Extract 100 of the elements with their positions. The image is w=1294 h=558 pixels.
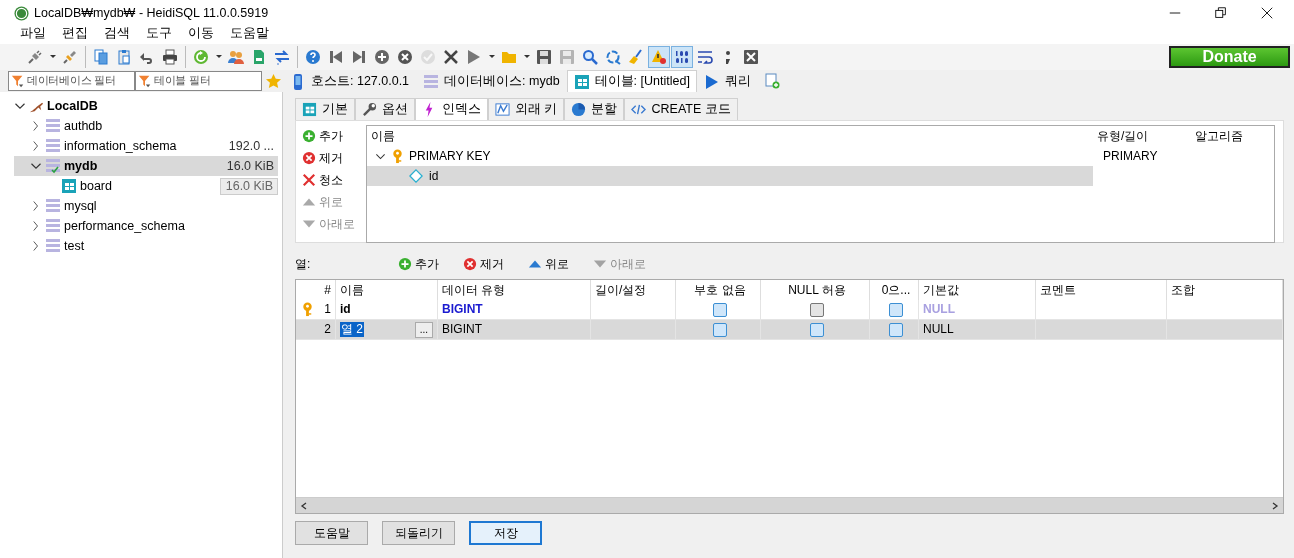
column-header[interactable]: 알고리즘 — [1191, 128, 1274, 144]
tab[interactable]: 데이터베이스: mydb — [416, 70, 567, 92]
filter-field[interactable]: 테이블 필터 — [154, 74, 264, 88]
tree-label: board — [80, 178, 112, 194]
database-icon — [423, 73, 440, 90]
menu-item[interactable]: 파일 — [20, 26, 46, 44]
checkbox[interactable] — [889, 322, 903, 337]
checkbox[interactable] — [889, 302, 903, 317]
toolbar-button[interactable]: 추가 — [300, 125, 366, 147]
column-header[interactable]: 길이/설정 — [595, 282, 647, 298]
window-title: LocalDB₩mydb₩ - HeidiSQL 11.0.0.5919 — [34, 5, 269, 21]
column-header[interactable]: 이름 — [367, 128, 1093, 144]
size-label: 16.0 KiB — [220, 177, 278, 195]
tab[interactable]: 호스트: 127.0.0.1 — [283, 70, 417, 92]
selected-row-highlight[interactable]: mydb 16.0 KiB — [14, 156, 278, 176]
tab[interactable]: 기본 — [295, 98, 355, 120]
column-header[interactable]: 코멘트 — [1040, 282, 1076, 298]
remove-icon — [463, 257, 477, 271]
column-header[interactable]: 유형/길이 — [1093, 128, 1191, 144]
key-icon — [390, 148, 405, 164]
table-icon — [573, 73, 590, 90]
column-header[interactable]: 조합 — [1171, 282, 1195, 298]
new-tab-icon[interactable] — [763, 73, 780, 89]
column-header[interactable]: 부호 없음 — [694, 282, 746, 298]
tree-label: performance_schema — [64, 218, 185, 234]
size-label: 192.0 ... — [227, 138, 275, 154]
row-number: 1 — [324, 302, 331, 317]
toolbar-button[interactable]: 위로 — [522, 256, 575, 272]
scroll-right-icon[interactable] — [1271, 501, 1279, 510]
wrench-icon — [362, 102, 377, 117]
tree-label: mysql — [64, 198, 97, 214]
tree-label: mydb — [64, 158, 98, 174]
menu-item[interactable]: 검색 — [104, 26, 130, 44]
size-label: 16.0 KiB — [225, 158, 275, 174]
tab[interactable]: 테이블: [Untitled] — [566, 70, 697, 92]
toolbar-button[interactable]: 제거 — [457, 256, 510, 272]
dialog-button[interactable]: 도움말 — [295, 521, 368, 545]
menu-item[interactable]: 편집 — [62, 26, 88, 44]
tree-label: information_schema — [64, 138, 177, 154]
diamond-icon — [409, 169, 423, 183]
menu-item[interactable]: 이동 — [188, 26, 214, 44]
horizontal-scrollbar[interactable] — [296, 497, 1283, 513]
table-icon — [61, 178, 77, 194]
toolbar-button[interactable]: 제거 — [300, 147, 366, 169]
close-icon[interactable] — [1260, 6, 1274, 20]
play-icon — [703, 73, 720, 90]
column-header[interactable]: 이름 — [340, 282, 364, 298]
cell-editor[interactable]: 열 2 — [340, 322, 364, 337]
filter-icon[interactable] — [138, 74, 152, 88]
column-header[interactable]: 기본값 — [923, 282, 959, 298]
index-type: PRIMARY — [1103, 148, 1158, 163]
checkbox[interactable] — [810, 322, 824, 337]
filter-field[interactable]: 테이블 필터 — [135, 71, 262, 91]
cell-text: BIGINT — [442, 302, 483, 317]
selected-row-highlight[interactable]: 2 열 2 ... BIGINT NULL — [296, 320, 1283, 340]
column-header[interactable]: 데이터 유형 — [442, 282, 506, 298]
filter-field[interactable]: 데이터베이스 필터 — [27, 74, 137, 88]
tab[interactable]: 옵션 — [355, 98, 415, 120]
menu-item[interactable]: 도움말 — [230, 26, 269, 44]
column-header[interactable]: 0으... — [881, 282, 911, 298]
table-icon — [302, 102, 317, 117]
filter-field[interactable]: 데이터베이스 필터 — [8, 71, 135, 91]
tab[interactable]: 외래 키 — [488, 98, 565, 120]
section-label: 열: — [295, 256, 312, 272]
remove-icon — [302, 151, 316, 165]
cell-text: NULL — [923, 302, 955, 317]
filter-icon[interactable] — [11, 74, 25, 88]
tab[interactable]: 인덱스 — [415, 98, 488, 120]
toolbar-button[interactable]: 추가 — [392, 256, 445, 272]
app-logo-icon — [14, 5, 29, 21]
tree-label: authdb — [64, 118, 103, 134]
tab[interactable]: 분할 — [564, 98, 625, 120]
column-header[interactable]: # — [324, 282, 331, 298]
ellipsis-button[interactable]: ... — [414, 321, 433, 338]
toolbar-button[interactable]: 청소 — [300, 169, 366, 191]
cell-text: BIGINT — [442, 322, 482, 337]
index-name: PRIMARY KEY — [409, 148, 491, 164]
add-icon — [398, 257, 412, 271]
warning-icon[interactable] — [648, 46, 670, 68]
add-icon — [302, 129, 316, 143]
tab[interactable]: 쿼리 — [696, 70, 758, 92]
dialog-button[interactable]: 되돌리기 — [382, 521, 455, 545]
star-icon[interactable] — [266, 73, 281, 89]
pie-chart-icon — [571, 102, 587, 117]
checkbox[interactable] — [713, 322, 727, 337]
cell-text: NULL — [923, 322, 954, 337]
clear-icon — [302, 173, 316, 187]
column-header[interactable]: NULL 허용 — [788, 282, 846, 298]
tab[interactable]: CREATE 코드 — [624, 98, 738, 120]
scroll-left-icon[interactable] — [300, 501, 308, 510]
restore-icon[interactable] — [1214, 6, 1228, 20]
dialog-button[interactable]: 저장 — [469, 521, 542, 545]
selected-row-highlight[interactable]: id — [367, 166, 1093, 186]
cell-text: id — [340, 302, 351, 317]
menu-item[interactable]: 도구 — [146, 26, 172, 44]
binary-icon[interactable] — [671, 46, 693, 68]
tree-label: LocalDB — [47, 98, 98, 114]
checkbox[interactable] — [713, 302, 727, 317]
tree-label: test — [64, 238, 85, 254]
link-chart-icon — [495, 102, 510, 117]
